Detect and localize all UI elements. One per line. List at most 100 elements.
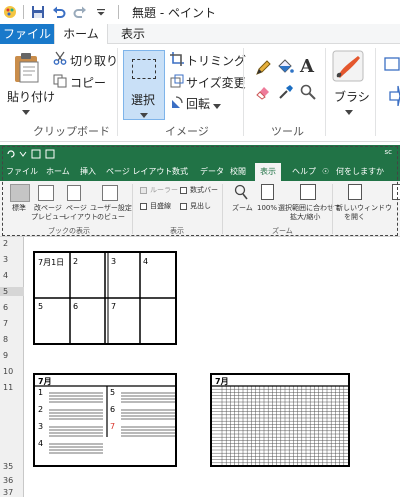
fill-icon[interactable] — [276, 58, 294, 79]
page-break-preview-line2[interactable]: プレビュー — [31, 213, 66, 222]
separator — [222, 184, 223, 234]
paint-app-icon[interactable] — [2, 4, 18, 20]
brush-icon[interactable] — [332, 50, 364, 85]
excel-tell-me[interactable]: 何をしますか — [336, 163, 384, 181]
chevron-down-icon[interactable] — [345, 106, 353, 119]
normal-view-icon[interactable] — [10, 184, 30, 202]
page-layout-line2[interactable]: レイアウト — [63, 213, 98, 222]
calendar-list: 7月 1 2 3 4 5 6 7 — [33, 373, 177, 467]
new-window-line1[interactable]: 新しいウィンドウ — [336, 204, 392, 213]
show-group-label: 表示 — [170, 227, 184, 235]
custom-views-line1[interactable]: ユーザー設定 — [90, 204, 132, 213]
select-label: 選択 — [131, 93, 156, 107]
excel-tab-home[interactable]: ホーム — [46, 163, 70, 181]
calendar-list-day: 3 — [38, 422, 44, 431]
excel-tab-formulas[interactable]: 数式 — [172, 163, 188, 181]
save-icon[interactable] — [29, 3, 47, 21]
sheet-area: 7月1日 2 3 4 5 6 7 7月 1 2 3 4 5 6 7 7月 — [25, 237, 400, 497]
row-headers: 2 3 4 5 6 7 8 9 10 11 35 36 37 — [0, 237, 24, 497]
lightbulb-icon: ☉ — [322, 167, 330, 176]
page-break-preview-line1[interactable]: 改ページ — [34, 204, 62, 213]
excel-tab-help[interactable]: ヘルプ — [292, 163, 316, 181]
paste-button[interactable]: 貼り付け — [7, 88, 55, 105]
resize-button[interactable]: サイズ変更 — [186, 74, 246, 91]
ruler-checkbox[interactable] — [140, 187, 147, 194]
select-button[interactable]: 選択 — [123, 50, 165, 120]
row-number: 4 — [3, 271, 9, 280]
excel-ribbon: 標準 改ページ プレビュー ページ レイアウト ユーザー設定 のビュー ブックの… — [0, 181, 400, 237]
clipboard-group-label: クリップボード — [33, 125, 110, 138]
customize-quick-access-icon[interactable] — [92, 3, 110, 21]
eraser-icon[interactable] — [255, 84, 271, 103]
row-number: 35 — [3, 462, 14, 471]
normal-view-button[interactable]: 標準 — [12, 204, 26, 213]
ribbon-tabs: ファイル ホーム 表示 — [0, 24, 400, 45]
crop-button[interactable]: トリミング — [186, 52, 246, 69]
rotate-button[interactable]: 回転 — [186, 95, 210, 112]
calendar-grid-lines — [212, 385, 348, 465]
brush-button[interactable]: ブラシ — [334, 88, 370, 105]
tab-file[interactable]: ファイル — [0, 24, 54, 44]
chevron-down-icon[interactable] — [22, 106, 30, 119]
zoom-to-selection-line2[interactable]: 拡大/縮小 — [290, 213, 320, 222]
excel-tab-data[interactable]: データ — [200, 163, 224, 181]
arrange-all-icon[interactable] — [392, 184, 400, 200]
shapes-icon[interactable] — [382, 56, 400, 109]
excel-tab-insert[interactable]: 挿入 — [80, 163, 96, 181]
calendar-list-day: 4 — [38, 439, 44, 448]
magnifier-icon[interactable] — [300, 84, 316, 103]
image-group-label: イメージ — [165, 125, 209, 138]
custom-views-line2[interactable]: のビュー — [97, 213, 125, 222]
crop-icon[interactable] — [170, 52, 184, 69]
new-window-line2[interactable]: を開く — [344, 213, 365, 222]
separator — [23, 5, 24, 19]
gridlines-checkbox[interactable] — [140, 203, 147, 210]
separator — [325, 48, 326, 136]
new-window-icon[interactable] — [348, 184, 362, 200]
zoom-100-button[interactable]: 100% — [257, 204, 277, 213]
zoom-icon[interactable] — [234, 184, 248, 203]
copy-icon[interactable] — [53, 74, 67, 91]
excel-title-bar: sc — [0, 145, 400, 163]
rotate-icon[interactable] — [170, 95, 184, 112]
copy-button[interactable]: コピー — [70, 74, 106, 91]
tab-home[interactable]: ホーム — [54, 24, 108, 45]
page-layout-icon[interactable] — [67, 185, 81, 201]
separator — [332, 184, 333, 234]
redo-icon[interactable] — [71, 3, 89, 21]
zoom-to-selection-icon[interactable] — [300, 184, 316, 200]
pencil-icon[interactable] — [255, 60, 271, 79]
calendar-cell: 4 — [143, 257, 149, 266]
headings-checkbox[interactable] — [180, 203, 187, 210]
select-icon — [132, 59, 156, 79]
tab-view[interactable]: 表示 — [110, 24, 156, 44]
chevron-down-icon — [140, 109, 148, 122]
excel-tab-view[interactable]: 表示 — [255, 163, 281, 181]
page-break-preview-icon[interactable] — [38, 185, 54, 201]
paste-icon[interactable] — [12, 52, 42, 87]
text-tool-icon[interactable]: A — [300, 56, 314, 77]
calendar-list-lines — [35, 385, 175, 454]
formula-bar-checkbox[interactable] — [180, 187, 187, 194]
excel-tab-review[interactable]: 校閲 — [230, 163, 246, 181]
undo-icon[interactable] — [50, 3, 68, 21]
zoom-100-icon[interactable] — [261, 184, 274, 200]
row-number: 36 — [3, 476, 14, 485]
excel-tab-page-layout[interactable]: ページ レイアウト — [106, 163, 172, 181]
row-number: 10 — [3, 367, 14, 376]
calendar-list-day: 5 — [110, 388, 116, 397]
scissors-icon[interactable] — [53, 51, 67, 68]
excel-tab-file[interactable]: ファイル — [6, 163, 38, 181]
zoom-button[interactable]: ズーム — [232, 204, 253, 213]
chevron-down-icon[interactable] — [213, 100, 221, 113]
cut-button[interactable]: 切り取り — [70, 52, 118, 69]
page-layout-line1[interactable]: ページ — [66, 204, 87, 213]
row-number: 2 — [3, 239, 9, 248]
custom-views-icon[interactable] — [102, 185, 118, 201]
row-number: 11 — [3, 383, 14, 392]
color-picker-icon[interactable] — [278, 84, 294, 103]
row-number: 8 — [3, 335, 9, 344]
calendar-cell: 2 — [73, 257, 79, 266]
resize-icon[interactable] — [170, 74, 184, 91]
zoom-group-label: ズーム — [272, 227, 293, 235]
